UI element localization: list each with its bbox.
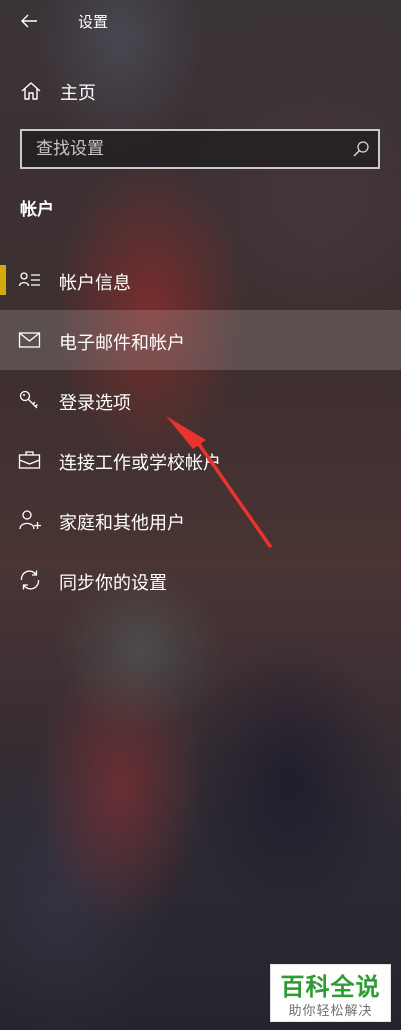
- nav-item-label: 连接工作或学校帐户: [59, 453, 221, 474]
- nav-item-label: 登录选项: [59, 393, 131, 414]
- search-box[interactable]: [20, 129, 380, 169]
- nav-item-label: 家庭和其他用户: [59, 513, 185, 534]
- nav-item-label: 同步你的设置: [59, 573, 167, 594]
- title-bar: 设置: [0, 0, 401, 42]
- account-nav-list: 帐户信息 电子邮件和帐户 登录选项 连接工作或学校帐户 家庭和其他用户 同步你的…: [0, 250, 401, 610]
- nav-item-home[interactable]: 主页: [0, 70, 401, 112]
- home-icon: [21, 82, 41, 100]
- watermark-subtitle: 助你轻松解决: [288, 1004, 373, 1019]
- nav-item-sign-in-options[interactable]: 登录选项: [0, 370, 401, 430]
- back-button[interactable]: [10, 3, 48, 39]
- nav-item-sync-settings[interactable]: 同步你的设置: [0, 550, 401, 610]
- nav-item-home-label: 主页: [60, 83, 96, 104]
- person-add-icon: [19, 510, 41, 530]
- watermark-logo: 百科全说 助你轻松解决: [270, 964, 391, 1022]
- key-icon: [19, 390, 38, 409]
- window-title: 设置: [78, 13, 109, 31]
- sync-icon: [20, 570, 40, 590]
- arrow-left-icon: [21, 14, 37, 28]
- section-title: 帐户: [20, 200, 54, 220]
- settings-sidebar: 设置 主页 帐户 帐户信息 电子邮: [0, 0, 401, 1030]
- nav-item-label: 帐户信息: [59, 273, 131, 294]
- nav-item-label: 电子邮件和帐户: [59, 333, 185, 354]
- search-input[interactable]: [22, 131, 342, 167]
- selected-indicator: [0, 265, 6, 295]
- watermark-title: 百科全说: [280, 973, 381, 1001]
- mail-icon: [18, 332, 41, 348]
- nav-item-family-users[interactable]: 家庭和其他用户: [0, 490, 401, 550]
- nav-item-account-info[interactable]: 帐户信息: [0, 250, 401, 310]
- nav-item-email-accounts[interactable]: 电子邮件和帐户: [0, 310, 401, 370]
- nav-item-work-school[interactable]: 连接工作或学校帐户: [0, 430, 401, 490]
- person-card-icon: [18, 272, 40, 287]
- search-icon[interactable]: [352, 140, 370, 158]
- briefcase-icon: [18, 451, 41, 469]
